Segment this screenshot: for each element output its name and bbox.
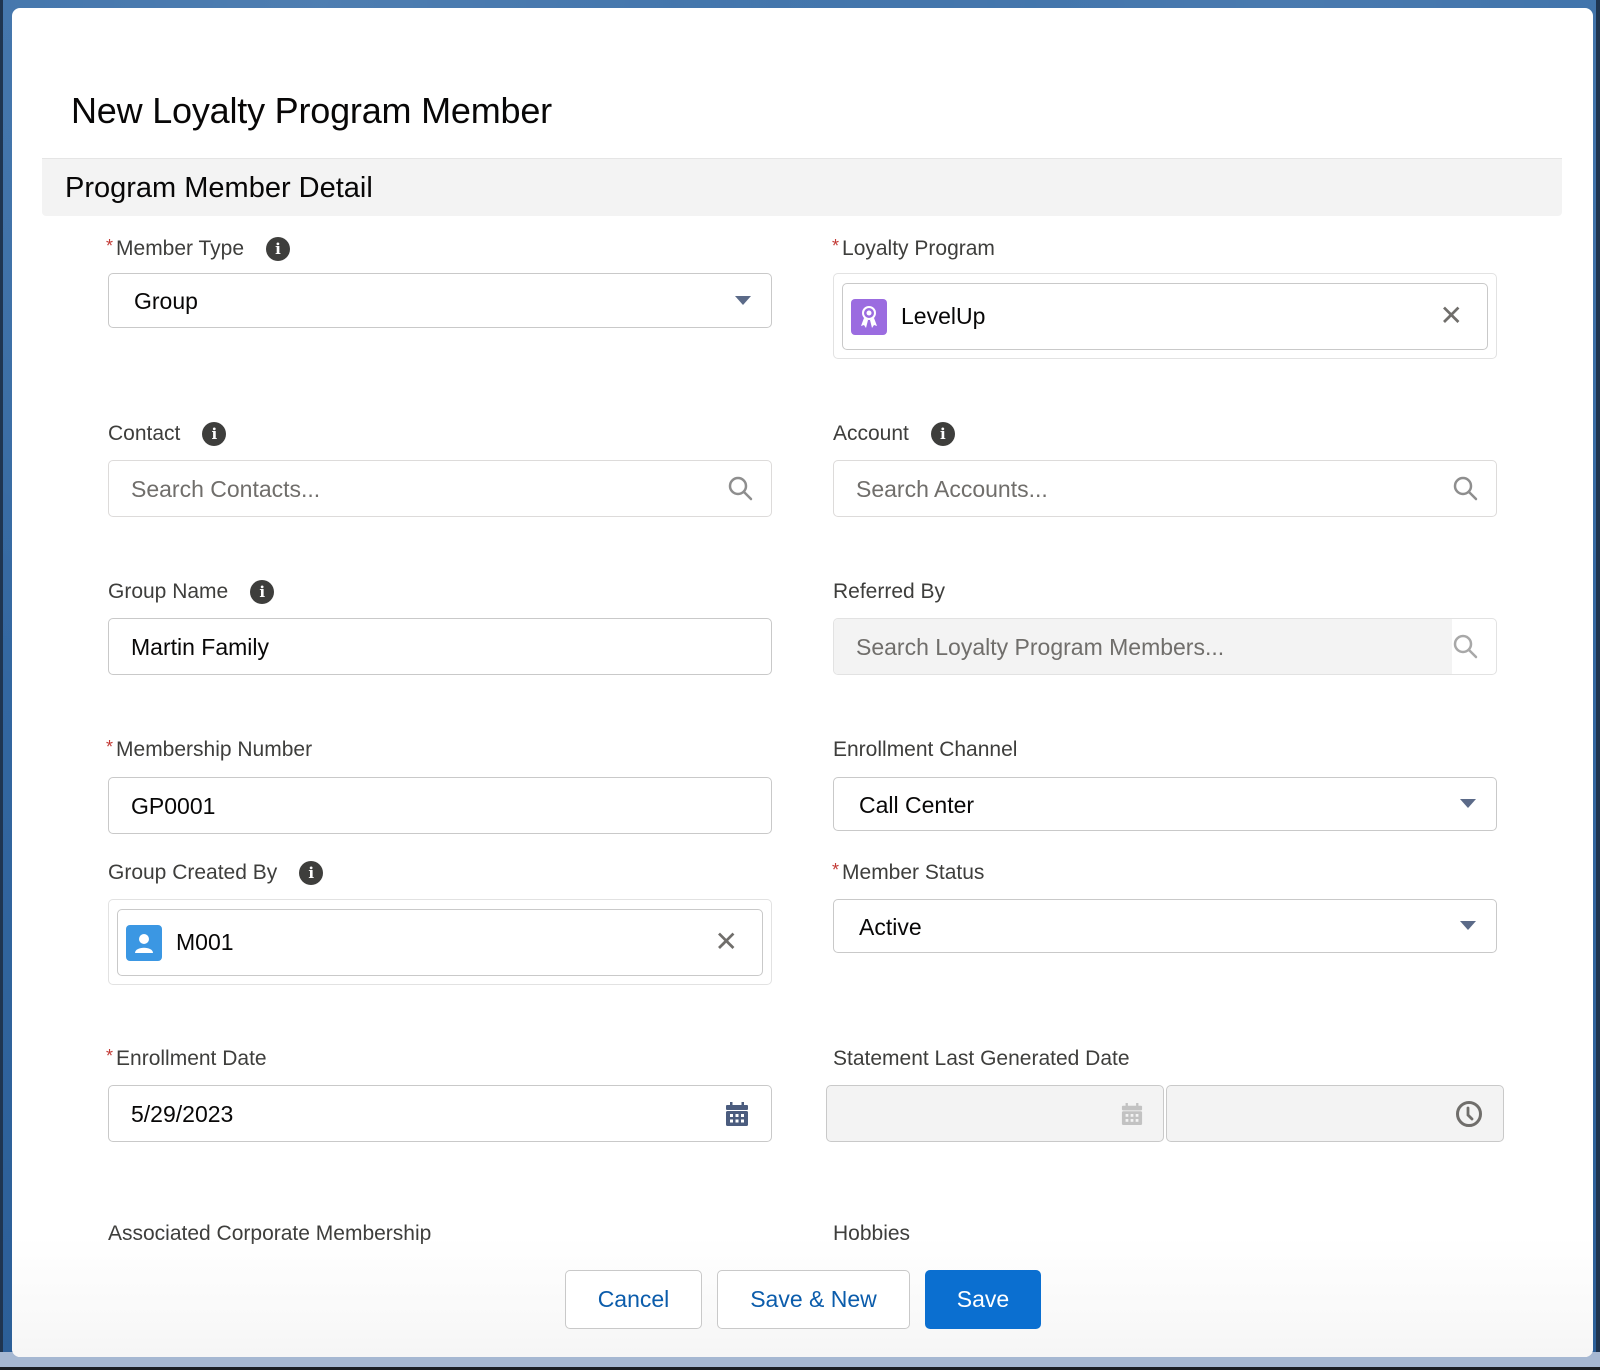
calendar-icon (1121, 1103, 1143, 1125)
group-created-by-selected-pill[interactable]: M001 ✕ (117, 909, 763, 976)
member-type-value: Group (134, 288, 198, 314)
save-button[interactable]: Save (925, 1270, 1041, 1329)
membership-number-label: * Membership Number (106, 736, 313, 762)
new-loyalty-program-member-modal: New Loyalty Program Member Program Membe… (12, 8, 1593, 1357)
account-label-text: Account (833, 422, 909, 445)
enrollment-date-input[interactable]: 5/29/2023 (108, 1085, 772, 1142)
chevron-down-icon (1460, 799, 1476, 808)
group-created-by-lookup: M001 ✕ (108, 899, 772, 985)
group-name-input[interactable]: Martin Family (108, 618, 772, 675)
statement-date-input (826, 1085, 1164, 1142)
info-icon[interactable]: i (299, 861, 324, 885)
enrollment-channel-value: Call Center (859, 792, 975, 818)
info-icon[interactable]: i (250, 580, 275, 604)
info-icon[interactable]: i (266, 237, 291, 261)
referred-by-label: Referred By (833, 580, 945, 604)
required-marker: * (106, 1045, 114, 1066)
enrollment-channel-label: Enrollment Channel (833, 738, 1017, 762)
contact-search-input[interactable]: Search Contacts... (108, 460, 772, 517)
search-icon (728, 476, 753, 501)
member-status-value: Active (859, 914, 922, 940)
clock-icon (1456, 1101, 1482, 1127)
loyalty-program-icon (851, 299, 887, 335)
save-and-new-button[interactable]: Save & New (717, 1270, 910, 1329)
statement-time-input (1166, 1085, 1504, 1142)
loyalty-program-value: LevelUp (901, 303, 986, 329)
info-icon[interactable]: i (930, 422, 955, 446)
enrollment-date-value: 5/29/2023 (131, 1101, 234, 1127)
loyalty-program-label: * Loyalty Program (832, 235, 995, 261)
enrollment-date-label: * Enrollment Date (106, 1045, 267, 1071)
membership-number-value: GP0001 (131, 793, 216, 819)
contact-label-text: Contact (108, 422, 181, 445)
chevron-down-icon (1460, 921, 1476, 930)
window-edge (1596, 0, 1600, 1370)
account-label: Account i (833, 422, 955, 446)
required-marker: * (832, 235, 840, 256)
referred-by-placeholder: Search Loyalty Program Members... (856, 634, 1225, 660)
loyalty-program-lookup: LevelUp ✕ (833, 273, 1497, 359)
section-header[interactable]: Program Member Detail (42, 158, 1562, 216)
required-marker: * (106, 736, 114, 757)
group-name-value: Martin Family (131, 634, 270, 660)
account-search-input[interactable]: Search Accounts... (833, 460, 1497, 517)
group-name-label: Group Name i (108, 580, 275, 604)
required-marker: * (106, 235, 114, 256)
member-type-label-text: Member Type (116, 237, 245, 260)
window-edge (0, 0, 3, 1370)
enrollment-channel-label-text: Enrollment Channel (833, 738, 1018, 761)
clear-selection-icon[interactable]: ✕ (715, 928, 738, 956)
enrollment-channel-select[interactable]: Call Center (833, 777, 1497, 831)
contact-label: Contact i (108, 422, 227, 446)
info-icon[interactable]: i (202, 422, 227, 446)
statement-last-generated-date-label-text: Statement Last Generated Date (833, 1047, 1130, 1070)
modal-title: New Loyalty Program Member (71, 90, 552, 131)
referred-by-label-text: Referred By (833, 580, 946, 603)
enrollment-date-label-text: Enrollment Date (116, 1047, 267, 1070)
membership-number-label-text: Membership Number (116, 738, 313, 761)
group-created-by-label: Group Created By i (108, 861, 324, 885)
member-type-label: * Member Type i (106, 235, 291, 261)
membership-number-input[interactable]: GP0001 (108, 777, 772, 834)
member-status-select[interactable]: Active (833, 899, 1497, 953)
contact-person-icon (126, 925, 162, 961)
section-title: Program Member Detail (65, 172, 373, 204)
loyalty-program-label-text: Loyalty Program (842, 237, 995, 260)
referred-by-search-input[interactable]: Search Loyalty Program Members... (833, 618, 1497, 675)
chevron-down-icon (735, 296, 751, 305)
member-status-label-text: Member Status (842, 861, 985, 884)
account-search-placeholder: Search Accounts... (856, 476, 1048, 502)
required-marker: * (832, 859, 840, 880)
group-created-by-label-text: Group Created By (108, 861, 278, 884)
search-icon (1453, 634, 1478, 659)
group-created-by-value: M001 (176, 929, 234, 955)
member-status-label: * Member Status (832, 859, 985, 885)
statement-last-generated-date-label: Statement Last Generated Date (833, 1047, 1130, 1071)
search-icon (1453, 476, 1478, 501)
group-name-label-text: Group Name (108, 580, 229, 603)
contact-search-placeholder: Search Contacts... (131, 476, 321, 502)
calendar-icon[interactable] (725, 1101, 749, 1127)
clear-selection-icon[interactable]: ✕ (1440, 302, 1463, 330)
cancel-button[interactable]: Cancel (565, 1270, 702, 1329)
member-type-select[interactable]: Group (108, 273, 772, 328)
loyalty-program-selected-pill[interactable]: LevelUp ✕ (842, 283, 1488, 350)
